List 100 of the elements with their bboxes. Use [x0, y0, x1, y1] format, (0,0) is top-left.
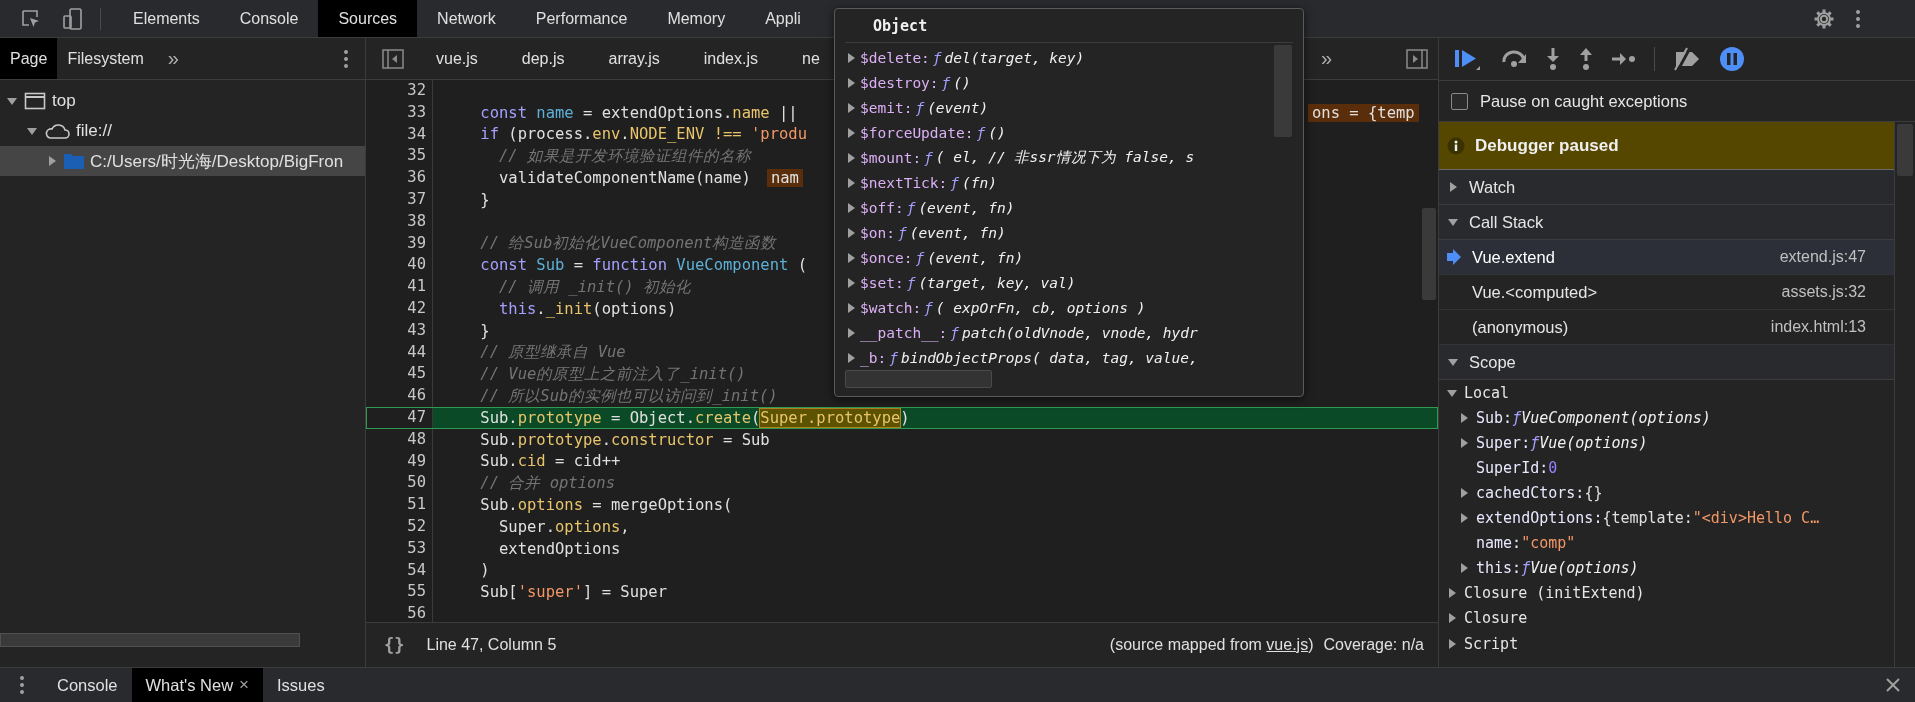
expanded-triangle-icon [1447, 356, 1459, 368]
property-row[interactable]: $watch: ƒ ( expOrFn, cb, options ) [845, 295, 1273, 320]
banner-text: Debugger paused [1475, 135, 1619, 156]
property-row[interactable]: $nextTick: ƒ (fn) [845, 170, 1273, 195]
collapsed-triangle-icon [845, 126, 857, 139]
deactivate-breakpoints-icon[interactable] [1672, 47, 1702, 71]
scope-variable[interactable]: cachedCtors:{} [1439, 480, 1894, 506]
scope-variable[interactable]: this:ƒVue(options) [1439, 555, 1894, 581]
collapsed-triangle-icon [845, 151, 857, 164]
more-tabs-button[interactable]: » [1306, 47, 1346, 70]
scrollbar-thumb[interactable] [0, 633, 300, 647]
tab-label: Console [57, 675, 118, 695]
panel-tab[interactable]: Network [417, 0, 516, 37]
scope-variable[interactable]: Super:ƒVue(options) [1439, 430, 1894, 456]
file-tab[interactable]: array.js [586, 38, 682, 79]
step-out-icon[interactable] [1578, 47, 1594, 71]
step-icon[interactable] [1611, 51, 1637, 67]
property-row[interactable]: $mount: ƒ ( el, // 非ssr情况下为 false, s [845, 145, 1273, 170]
collapsed-triangle-icon [1447, 181, 1459, 193]
close-tab-button[interactable]: × [239, 675, 249, 695]
step-over-icon[interactable] [1500, 49, 1528, 69]
code-line: ) [479, 561, 490, 580]
sidebar-toggle-icon[interactable] [382, 48, 404, 69]
file-tab[interactable]: vue.js [414, 38, 500, 79]
code-line: // 调用 _init() 初始化 [498, 276, 691, 298]
info-icon [1447, 136, 1465, 155]
drawer-tab[interactable]: What's New × [131, 668, 263, 702]
panel-tab[interactable]: Console [219, 0, 319, 37]
code-line: // 合并 options [479, 472, 615, 494]
more-menu-icon[interactable] [343, 48, 349, 69]
property-row[interactable]: $delete: ƒ del(target, key) [845, 45, 1273, 70]
property-row[interactable]: __patch__: ƒ patch(oldVnode, vnode, hydr [845, 320, 1273, 345]
checkbox[interactable] [1451, 92, 1468, 110]
close-icon[interactable] [1885, 677, 1901, 693]
property-row[interactable]: $forceUpdate: ƒ () [845, 120, 1273, 145]
panel-tab[interactable]: Appli [745, 0, 821, 37]
pause-on-exceptions-icon[interactable] [1719, 46, 1745, 72]
scope-item[interactable]: Closure [1439, 605, 1894, 631]
property-row[interactable]: $off: ƒ (event, fn) [845, 195, 1273, 220]
device-icon[interactable] [62, 6, 84, 31]
collapsed-triangle-icon[interactable] [46, 155, 58, 167]
navigator-tab[interactable]: Page [0, 38, 58, 79]
section-header[interactable]: Call Stack [1439, 205, 1894, 240]
collapsed-triangle-icon [845, 251, 857, 264]
collapsed-triangle-icon [845, 351, 857, 364]
panel-tab[interactable]: Elements [113, 0, 220, 37]
scope-item[interactable]: Script [1439, 630, 1894, 657]
panel-tab[interactable]: Performance [515, 0, 648, 37]
more-menu-icon[interactable] [1855, 8, 1861, 29]
expanded-triangle-icon [1447, 216, 1459, 228]
call-frame[interactable]: Vue.<computed> assets.js:32 [1439, 275, 1894, 310]
property-row[interactable]: $once: ƒ (event, fn) [845, 245, 1273, 270]
call-frame[interactable]: Vue.extend extend.js:47 [1439, 240, 1894, 275]
drawer-tab[interactable]: Console [43, 668, 132, 702]
tree-item[interactable]: C:/Users/时光海/Desktop/BigFron [0, 146, 365, 176]
scrollbar-thumb[interactable] [845, 370, 992, 388]
source-link[interactable]: vue.js [1266, 636, 1309, 653]
file-tab[interactable]: index.js [681, 38, 780, 79]
property-row[interactable]: $emit: ƒ (event) [845, 95, 1273, 120]
tree-label: C:/Users/时光海/Desktop/BigFron [90, 150, 344, 173]
property-row[interactable]: _b: ƒ bindObjectProps( data, tag, value, [845, 345, 1273, 368]
scope-item[interactable]: Closure (initExtend) [1439, 580, 1894, 606]
section-header[interactable]: Watch [1439, 170, 1894, 205]
scope-variable[interactable]: SuperId:0 [1439, 455, 1894, 481]
drawer-tab[interactable]: Issues [263, 668, 339, 702]
code-line: Super.options, [498, 517, 630, 536]
section-header[interactable]: Scope [1439, 345, 1894, 380]
scrollbar-thumb[interactable] [1422, 208, 1436, 300]
step-into-icon[interactable] [1545, 47, 1561, 71]
pretty-print-button[interactable]: {} [380, 635, 409, 655]
property-row[interactable]: $destroy: ƒ () [845, 70, 1273, 95]
scope-variable[interactable]: extendOptions:{template:"<div>Hello C… [1439, 505, 1894, 531]
panel-tab[interactable]: Sources [318, 0, 418, 37]
settings-icon[interactable] [1813, 7, 1835, 30]
property-row[interactable]: $on: ƒ (event, fn) [845, 220, 1273, 245]
expanded-triangle-icon[interactable] [6, 95, 18, 107]
collapsed-triangle-icon [1458, 511, 1470, 524]
collapsed-triangle-icon [845, 276, 857, 289]
code-line: this._init(options) [498, 299, 677, 318]
cursor-position: Line 47, Column 5 [426, 636, 557, 654]
navigator-tab[interactable]: Filesystem [57, 38, 154, 79]
property-row[interactable]: $set: ƒ (target, key, val) [845, 270, 1273, 295]
more-tabs-button[interactable]: » [153, 47, 193, 70]
tree-item[interactable]: top [0, 86, 365, 116]
resume-icon[interactable] [1453, 47, 1483, 71]
more-menu-icon[interactable] [19, 675, 25, 695]
panel-tab[interactable]: Memory [647, 0, 746, 37]
collapsed-triangle-icon [845, 226, 857, 239]
expanded-triangle-icon[interactable] [26, 125, 38, 137]
file-tab[interactable]: dep.js [499, 38, 587, 79]
scope-item[interactable]: Local [1439, 380, 1894, 406]
scope-variable[interactable]: Sub:ƒVueComponent(options) [1439, 405, 1894, 431]
collapsed-triangle-icon [1446, 637, 1458, 650]
code-line: Sub.prototype = Object.create(Super.prototype) [479, 408, 910, 427]
scope-variable[interactable]: name:"comp" [1439, 530, 1894, 556]
sidebar-toggle-icon[interactable] [1406, 48, 1428, 69]
tree-item[interactable]: file:// [0, 116, 365, 146]
code-line: validateComponentName(name) [498, 169, 751, 188]
window-icon [24, 92, 46, 110]
file-tab[interactable]: ne [780, 38, 842, 79]
